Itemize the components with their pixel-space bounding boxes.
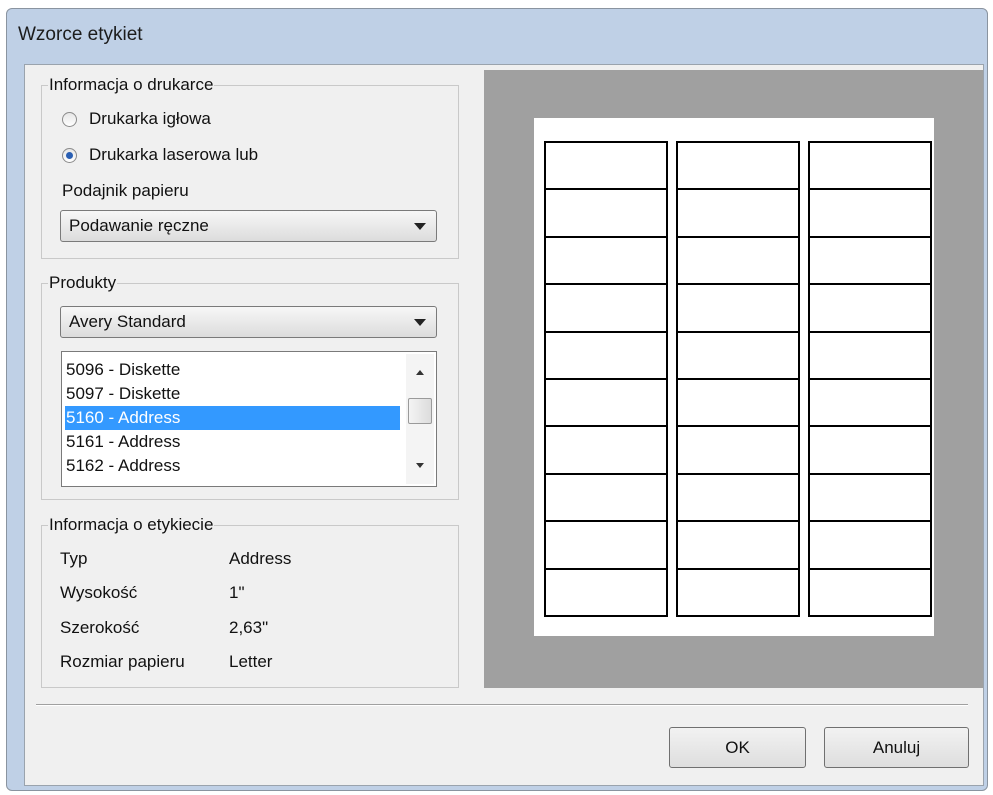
label-cell	[808, 188, 932, 238]
chevron-down-icon	[414, 223, 426, 230]
label-cell	[808, 567, 932, 617]
cancel-button[interactable]: Anuluj	[824, 727, 969, 768]
label-width-key: Szerokość	[60, 618, 140, 637]
paper-tray-label: Podajnik papieru	[62, 181, 189, 200]
label-cell	[676, 378, 800, 428]
laser-radio[interactable]	[62, 148, 77, 163]
paper-tray-value: Podawanie ręczne	[69, 216, 209, 235]
label-width-value: 2,63"	[229, 618, 269, 637]
product-listbox[interactable]: 5096 - Diskette 5097 - Diskette 5160 - A…	[61, 351, 437, 487]
paper-size-value: Letter	[229, 652, 273, 671]
label-preview-panel	[484, 70, 983, 688]
label-cell	[544, 520, 668, 570]
list-item[interactable]: 5097 - Diskette	[65, 382, 400, 406]
label-cell	[808, 378, 932, 428]
label-cell	[808, 472, 932, 523]
vendor-dropdown[interactable]: Avery Standard	[60, 306, 437, 338]
list-scrollbar[interactable]	[406, 354, 434, 484]
list-item[interactable]: 5161 - Address	[65, 430, 400, 454]
label-cell	[808, 425, 932, 475]
label-sheet-preview	[534, 118, 934, 636]
label-cell	[676, 567, 800, 617]
scroll-down-icon[interactable]	[416, 463, 424, 468]
label-height-key: Wysokość	[60, 583, 138, 602]
paper-size-key: Rozmiar papieru	[60, 652, 185, 671]
label-cell	[676, 425, 800, 475]
label-cell	[676, 141, 800, 191]
label-cell	[676, 283, 800, 333]
label-cell	[544, 141, 668, 191]
label-cell	[544, 472, 668, 523]
chevron-down-icon	[414, 319, 426, 326]
label-cell	[544, 188, 668, 238]
products-legend: Produkty	[48, 273, 118, 293]
label-type-value: Address	[229, 549, 292, 568]
scroll-thumb[interactable]	[408, 398, 432, 424]
label-info-legend: Informacja o etykiecie	[48, 515, 215, 535]
list-item[interactable]: 5096 - Diskette	[65, 358, 400, 382]
separator-line	[36, 704, 968, 706]
label-cell	[676, 472, 800, 523]
paper-tray-dropdown[interactable]: Podawanie ręczne	[60, 210, 437, 242]
label-cell	[808, 141, 932, 191]
label-cell	[676, 330, 800, 380]
printer-info-legend: Informacja o drukarce	[48, 75, 215, 95]
label-cell	[676, 235, 800, 286]
label-cell	[676, 520, 800, 570]
label-cell	[808, 330, 932, 380]
dialog-title: Wzorce etykiet	[18, 24, 143, 45]
scroll-up-icon[interactable]	[416, 370, 424, 375]
ok-button[interactable]: OK	[669, 727, 806, 768]
label-cell	[544, 378, 668, 428]
label-cell	[544, 235, 668, 286]
label-cell	[544, 425, 668, 475]
list-item[interactable]: 5162 - Address	[65, 454, 400, 478]
label-cell	[808, 235, 932, 286]
label-cell	[808, 283, 932, 333]
label-cell	[544, 567, 668, 617]
laser-radio-label[interactable]: Drukarka laserowa lub	[89, 145, 287, 165]
list-item-selected[interactable]: 5160 - Address	[65, 406, 400, 430]
label-cell	[808, 520, 932, 570]
label-type-key: Typ	[60, 549, 88, 568]
vendor-value: Avery Standard	[69, 312, 186, 331]
label-cell	[544, 330, 668, 380]
label-height-value: 1"	[229, 583, 245, 602]
label-cell	[544, 283, 668, 333]
dot-matrix-radio[interactable]	[62, 112, 77, 127]
label-cell	[676, 188, 800, 238]
dot-matrix-radio-label[interactable]: Drukarka igłowa	[89, 109, 211, 129]
